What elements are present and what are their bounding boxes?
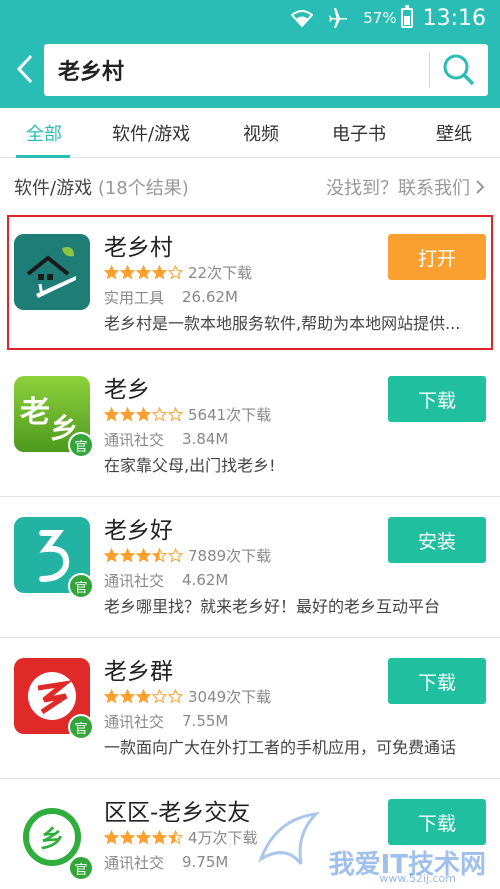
category-tabs: 全部 软件/游戏 视频 电子书 壁纸 (0, 108, 500, 158)
tab-wallpaper[interactable]: 壁纸 (436, 108, 472, 158)
star-full-icon (136, 829, 151, 845)
airplane-mode-icon (327, 8, 349, 28)
bird-logo-icon (258, 811, 321, 865)
install-button[interactable]: 安装 (388, 517, 486, 563)
download-count: 5641次下载 (188, 405, 272, 424)
tab-active-indicator (16, 155, 70, 158)
search-icon (443, 54, 475, 86)
search-box[interactable]: 老乡村 (44, 44, 488, 96)
download-count: 22次下载 (188, 263, 253, 282)
app-size: 4.62M (182, 571, 229, 589)
app-row-laoxiangcun[interactable]: 老乡村 22次下载 实用工具 26.62M 老乡村是一款本地服务软件,帮助为本地网… (7, 215, 493, 350)
app-size: 3.84M (182, 430, 229, 448)
tab-software-games[interactable]: 软件/游戏 (112, 108, 190, 158)
app-row-laoxiangqun[interactable]: 官 老乡群 3049次下载 通讯社交 7.55M 一款面向广大在外打工者的手机应用… (0, 638, 500, 779)
open-button[interactable]: 打开 (388, 234, 486, 280)
app-category: 通讯社交 (104, 430, 165, 449)
download-count: 7889次下载 (188, 546, 272, 565)
clock: 13:16 (422, 5, 486, 31)
star-full-icon (120, 406, 135, 422)
star-empty-icon (168, 264, 183, 280)
watermark-url: www.52ij.com (379, 872, 456, 885)
svg-text:老: 老 (20, 395, 50, 430)
contact-us-link[interactable]: 没找到？联系我们 (326, 174, 486, 200)
top-bar: 57% 13:16 老乡村 (0, 0, 500, 108)
app-category: 通讯社交 (104, 853, 165, 872)
tab-all[interactable]: 全部 (26, 108, 62, 158)
app-category: 通讯社交 (104, 712, 165, 731)
star-full-icon (136, 547, 151, 563)
rating-stars (104, 264, 184, 280)
star-full-icon (120, 264, 135, 280)
star-empty-icon (152, 406, 167, 422)
app-category: 实用工具 (104, 288, 165, 307)
app-description: 在家靠父母,出门找老乡! (104, 456, 276, 475)
star-empty-icon (168, 406, 183, 422)
app-description: 老乡哪里找？就来老乡好！最好的老乡互动平台 (104, 597, 441, 616)
wifi-icon (291, 9, 314, 27)
app-list: 老乡村 22次下载 实用工具 26.62M 老乡村是一款本地服务软件,帮助为本地网… (0, 215, 500, 889)
back-button[interactable] (0, 40, 50, 98)
rating-stars (104, 688, 184, 704)
rating-stars (104, 829, 184, 845)
download-count: 4万次下载 (188, 828, 258, 847)
star-full-icon (136, 406, 151, 422)
results-header: 软件/游戏 (18个结果) 没找到？联系我们 (0, 158, 500, 216)
status-bar: 57% 13:16 (0, 0, 500, 36)
tab-video[interactable]: 视频 (243, 108, 279, 158)
star-full-icon (104, 406, 119, 422)
svg-text:乡: 乡 (40, 825, 64, 853)
star-full-icon (104, 264, 119, 280)
app-size: 26.62M (182, 288, 238, 306)
star-half-icon (152, 547, 167, 563)
official-badge: 官 (68, 714, 94, 740)
app-size: 7.55M (182, 712, 229, 730)
star-empty-icon (168, 547, 183, 563)
star-full-icon (136, 264, 151, 280)
star-full-icon (136, 688, 151, 704)
download-button[interactable]: 下载 (388, 376, 486, 422)
house-leaf-icon (14, 234, 90, 310)
download-count: 3049次下载 (188, 687, 272, 706)
rating-stars (104, 406, 184, 422)
star-full-icon (152, 264, 167, 280)
chevron-left-icon (17, 54, 33, 84)
battery-percent: 57% (363, 9, 397, 27)
star-full-icon (120, 547, 135, 563)
chevron-right-icon (476, 180, 485, 194)
battery-icon (400, 5, 413, 28)
tab-ebook[interactable]: 电子书 (332, 108, 386, 158)
rating-stars (104, 547, 184, 563)
app-description: 老乡村是一款本地服务软件,帮助为本地网站提供... (104, 314, 461, 333)
app-size: 9.75M (182, 853, 229, 871)
star-half-icon (168, 829, 183, 845)
star-full-icon (104, 688, 119, 704)
star-full-icon (104, 547, 119, 563)
search-button[interactable] (430, 44, 488, 96)
official-badge: 官 (68, 432, 94, 458)
star-full-icon (120, 829, 135, 845)
results-title: 软件/游戏 (18个结果) (14, 178, 189, 199)
results-count: (18个结果) (97, 178, 189, 199)
official-badge: 官 (68, 573, 94, 599)
search-input[interactable]: 老乡村 (44, 54, 429, 86)
star-full-icon (152, 829, 167, 845)
app-category: 通讯社交 (104, 571, 165, 590)
app-row-laoxiang[interactable]: 老 乡 官 老乡 5641次下载 通讯社交 3.84M 在家靠父母,出门找老乡! … (0, 356, 500, 497)
star-full-icon (104, 829, 119, 845)
site-watermark: 我爱IT技术网 www.52ij.com (256, 809, 486, 885)
star-full-icon (120, 688, 135, 704)
download-button[interactable]: 下载 (388, 658, 486, 704)
official-badge: 官 (68, 855, 94, 881)
star-empty-icon (152, 688, 167, 704)
app-description: 一款面向广大在外打工者的手机应用，可免费通话 (104, 738, 457, 757)
app-row-laoxianghao[interactable]: 官 老乡好 7889次下载 通讯社交 4.62M 老乡哪里找？就来老乡好！最好的老… (0, 497, 500, 638)
star-empty-icon (168, 688, 183, 704)
